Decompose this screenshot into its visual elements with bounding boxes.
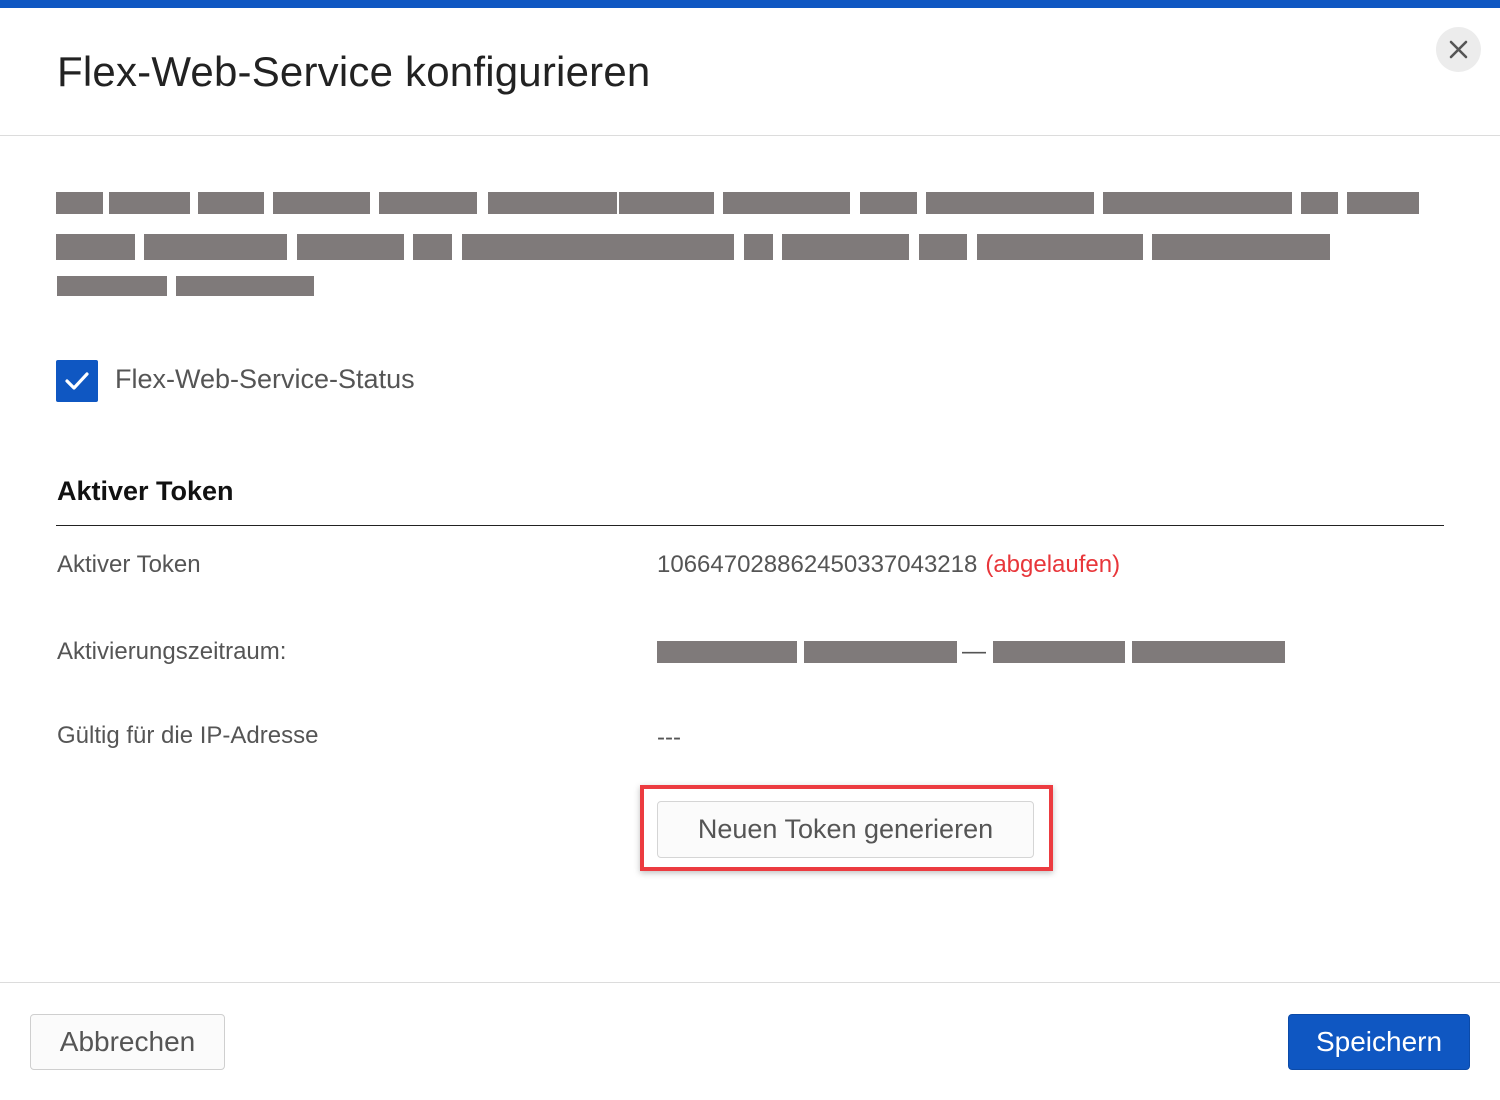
redaction-bar [488, 192, 617, 214]
active-token-value-wrap: 106647028862450337043218 (abgelaufen) [657, 551, 1120, 579]
redaction-bar [413, 234, 452, 260]
redaction-bar [57, 276, 167, 296]
close-button[interactable] [1436, 27, 1481, 72]
activation-start-redacted [657, 641, 797, 663]
active-token-label: Aktiver Token [57, 551, 201, 578]
generate-token-button[interactable]: Neuen Token generieren [657, 801, 1034, 858]
footer-divider [0, 982, 1500, 983]
status-checkbox[interactable] [56, 360, 98, 402]
active-token-value: 106647028862450337043218 [657, 551, 978, 578]
redaction-bar [297, 234, 404, 260]
redaction-bar [176, 276, 314, 296]
valid-ip-value: --- [657, 724, 681, 751]
accent-bar [0, 0, 1500, 8]
redaction-bar [744, 234, 773, 260]
close-icon [1449, 40, 1468, 59]
configure-dialog: Flex-Web-Service konfigurieren Flex-Web-… [0, 0, 1500, 1100]
section-title: Aktiver Token [57, 476, 234, 506]
redaction-bar [977, 234, 1143, 260]
status-checkbox-label[interactable]: Flex-Web-Service-Status [115, 364, 415, 395]
redaction-bar [462, 234, 734, 260]
redaction-bar [56, 234, 135, 260]
activation-end-time-redacted [1132, 641, 1285, 663]
redaction-bar [782, 234, 909, 260]
redaction-bar [109, 192, 190, 214]
expired-status: (abgelaufen) [985, 551, 1121, 578]
redaction-bar [379, 192, 477, 214]
section-divider [56, 525, 1444, 526]
redaction-bar [926, 192, 1094, 214]
activation-period-label: Aktivierungszeitraum: [57, 638, 287, 665]
activation-start-time-redacted [804, 641, 957, 663]
checkmark-icon [65, 372, 89, 390]
redaction-bar [1152, 234, 1330, 260]
cancel-button[interactable]: Abbrechen [30, 1014, 225, 1070]
redaction-bar [619, 192, 714, 214]
dialog-title: Flex-Web-Service konfigurieren [57, 48, 651, 95]
redaction-bar [723, 192, 850, 214]
redaction-bar [56, 192, 103, 214]
period-separator: — [962, 638, 986, 665]
dialog-header: Flex-Web-Service konfigurieren [0, 8, 1500, 136]
activation-end-redacted [993, 641, 1125, 663]
redaction-bar [198, 192, 264, 214]
redaction-bar [919, 234, 967, 260]
valid-ip-label: Gültig für die IP-Adresse [57, 722, 319, 749]
redaction-bar [273, 192, 370, 214]
redaction-bar [1103, 192, 1292, 214]
redaction-bar [1301, 192, 1338, 214]
redaction-bar [860, 192, 917, 214]
save-button[interactable]: Speichern [1288, 1014, 1470, 1070]
redaction-bar [144, 234, 287, 260]
redaction-bar [1347, 192, 1419, 214]
